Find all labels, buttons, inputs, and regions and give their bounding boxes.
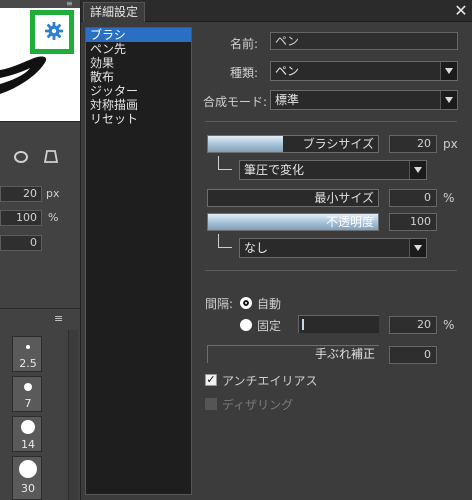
left-third-field[interactable]: 0 bbox=[0, 235, 42, 251]
stabilizer-label: 手ぶれ補正 bbox=[314, 347, 375, 361]
interval-label: 間隔: bbox=[205, 297, 234, 311]
brush-dot bbox=[26, 345, 30, 349]
separator bbox=[205, 121, 457, 122]
dialog-titlebar: 詳細設定 ✕ bbox=[81, 0, 472, 22]
separator bbox=[205, 270, 457, 271]
brush-settings-dialog: 詳細設定 ✕ ブラシ ペン先 効果 散布 ジッター 対称描画 リセット 名前: … bbox=[80, 0, 472, 500]
stabilizer-field[interactable]: 0 bbox=[389, 346, 437, 364]
brush-size-cell[interactable]: 2.5 bbox=[12, 336, 42, 372]
blend-mode-value: 標準 bbox=[275, 93, 300, 107]
opacity-source-dropdown[interactable]: なし bbox=[239, 238, 427, 258]
ellipse-shape-icon[interactable] bbox=[14, 151, 28, 163]
brush-size-slider-fill bbox=[208, 136, 283, 152]
category-symmetry[interactable]: 対称描画 bbox=[86, 98, 191, 112]
left-opacity-field[interactable]: 100 bbox=[0, 210, 42, 226]
opacity-label: 不透明度 bbox=[325, 215, 374, 229]
min-size-field[interactable]: 0 bbox=[389, 189, 437, 207]
min-size-label: 最小サイズ bbox=[314, 191, 374, 205]
chevron-down-icon bbox=[409, 239, 426, 257]
antialias-label: アンチエイリアス bbox=[222, 374, 318, 388]
panel-menu-icon[interactable]: ≡ bbox=[66, 0, 78, 8]
brush-dot bbox=[19, 460, 37, 478]
settings-highlight-frame bbox=[30, 10, 74, 54]
dither-label: ディザリング bbox=[222, 398, 294, 412]
blend-mode-dropdown[interactable]: 標準 bbox=[270, 90, 458, 110]
type-value: ペン bbox=[275, 64, 300, 78]
category-jitter[interactable]: ジッター bbox=[86, 84, 191, 98]
category-pen-tip[interactable]: ペン先 bbox=[86, 42, 191, 56]
dialog-title: 詳細設定 bbox=[83, 2, 146, 22]
blend-mode-label: 合成モード: bbox=[203, 95, 268, 109]
polygon-shape-icon[interactable] bbox=[44, 150, 58, 164]
interval-auto-radio[interactable] bbox=[240, 297, 252, 309]
brush-size-label: 30 bbox=[21, 482, 35, 495]
brush-size-slider[interactable]: ブラシサイズ bbox=[207, 135, 379, 153]
left-size-unit: px bbox=[46, 187, 60, 200]
brush-dot bbox=[24, 383, 32, 391]
opacity-slider[interactable]: 不透明度 bbox=[207, 213, 379, 231]
category-reset[interactable]: リセット bbox=[86, 112, 191, 126]
min-size-unit: % bbox=[443, 191, 455, 205]
brush-size-cell[interactable]: 30 bbox=[12, 456, 42, 500]
brush-size-unit: px bbox=[443, 137, 458, 151]
pressure-dropdown[interactable]: 筆圧で変化 bbox=[239, 160, 427, 180]
interval-fixed-radio[interactable] bbox=[240, 319, 252, 331]
category-effect[interactable]: 効果 bbox=[86, 56, 191, 70]
chevron-down-icon bbox=[409, 161, 426, 179]
interval-fixed-label: 固定 bbox=[257, 319, 282, 333]
interval-slider-handle[interactable] bbox=[302, 319, 304, 330]
interval-field[interactable]: 20 bbox=[389, 316, 437, 334]
category-scatter[interactable]: 散布 bbox=[86, 70, 191, 84]
min-size-slider[interactable]: 最小サイズ bbox=[207, 189, 379, 207]
brush-size-cell[interactable]: 7 bbox=[12, 376, 42, 412]
type-label: 種類: bbox=[230, 66, 259, 80]
close-icon[interactable]: ✕ bbox=[451, 1, 471, 21]
opacity-field[interactable]: 100 bbox=[389, 213, 437, 231]
left-size-field[interactable]: 20 bbox=[0, 186, 42, 202]
brush-size-cell[interactable]: 14 bbox=[12, 416, 42, 452]
brush-size-label: 7 bbox=[24, 397, 32, 410]
pressure-value: 筆圧で変化 bbox=[244, 163, 305, 177]
opacity-link-line bbox=[218, 234, 232, 248]
brush-size-label: 14 bbox=[21, 438, 35, 451]
antialias-checkbox[interactable]: ✓ bbox=[205, 374, 217, 386]
brush-list-scrollbar[interactable] bbox=[68, 330, 78, 500]
category-list: ブラシ ペン先 効果 散布 ジッター 対称描画 リセット bbox=[85, 27, 192, 495]
interval-unit: % bbox=[443, 318, 455, 332]
gear-icon[interactable] bbox=[44, 21, 64, 41]
brush-size-label: ブラシサイズ bbox=[302, 137, 374, 151]
stabilizer-slider[interactable]: 手ぶれ補正 bbox=[207, 345, 379, 363]
dither-checkbox[interactable] bbox=[205, 398, 217, 410]
interval-auto-label: 自動 bbox=[257, 297, 282, 311]
brush-size-label: 2.5 bbox=[19, 357, 37, 370]
brush-size-field[interactable]: 20 bbox=[389, 135, 437, 153]
opacity-source-value: なし bbox=[244, 241, 269, 255]
panel-divider bbox=[0, 308, 80, 309]
brush-list-menu-icon[interactable]: ≡ bbox=[54, 312, 63, 325]
pressure-link-line bbox=[218, 156, 232, 170]
brush-dot bbox=[21, 420, 35, 434]
interval-slider[interactable] bbox=[298, 315, 379, 333]
chevron-down-icon bbox=[440, 91, 457, 109]
name-label: 名前: bbox=[230, 37, 259, 51]
chevron-down-icon bbox=[440, 62, 457, 80]
type-dropdown[interactable]: ペン bbox=[270, 61, 458, 81]
category-brush[interactable]: ブラシ bbox=[86, 28, 191, 42]
left-opacity-unit: % bbox=[48, 211, 59, 224]
name-field[interactable]: ペン bbox=[270, 32, 458, 50]
